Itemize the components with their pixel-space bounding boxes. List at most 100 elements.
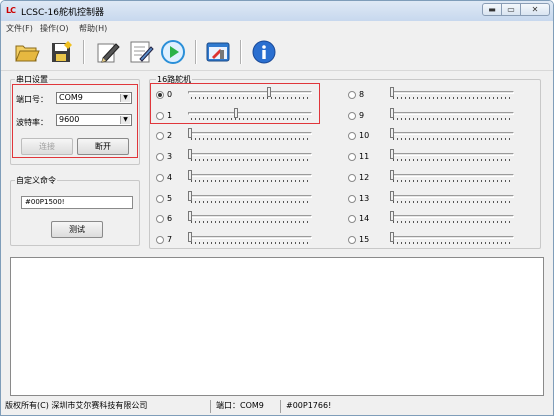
slider-thumb[interactable] — [267, 87, 271, 97]
slider-thumb[interactable] — [188, 211, 192, 222]
servo-slider-14[interactable] — [390, 211, 514, 225]
servo-radio-0[interactable] — [156, 91, 164, 99]
servo-radio-15[interactable] — [348, 235, 356, 244]
servo-slider-3[interactable] — [188, 149, 312, 163]
servo-radio-1[interactable] — [156, 111, 164, 120]
connect-button[interactable]: 连接 — [21, 138, 73, 155]
servo-label-13: 13 — [359, 193, 370, 203]
title-bar[interactable]: LC LCSC-16舵机控制器 ▬ ▭ ✕ — [1, 1, 553, 21]
servo-label-9: 9 — [359, 110, 365, 120]
menu-file[interactable]: 文件(F) — [6, 23, 33, 34]
menu-help[interactable]: 帮助(H) — [79, 23, 107, 34]
servo-radio-7[interactable] — [156, 235, 164, 244]
status-copyright: 版权所有(C) 深圳市艾尔赛科技有限公司 — [3, 400, 211, 413]
slider-ticks — [393, 138, 511, 141]
servo-slider-13[interactable] — [390, 190, 514, 205]
edit-pen-icon[interactable] — [94, 38, 122, 66]
servo-slider-6[interactable] — [188, 211, 312, 225]
test-button[interactable]: 测试 — [51, 221, 103, 238]
disconnect-button[interactable]: 断开 — [77, 138, 129, 155]
servo-slider-8[interactable] — [390, 87, 514, 101]
servo-radio-5[interactable] — [156, 194, 164, 203]
servo-label-8: 8 — [359, 90, 365, 99]
servo-radio-12[interactable] — [348, 173, 356, 182]
chevron-down-icon[interactable]: ▼ — [120, 94, 130, 102]
close-button[interactable]: ✕ — [520, 3, 550, 16]
slider-track — [390, 235, 514, 239]
play-icon[interactable] — [159, 38, 187, 66]
menu-operation[interactable]: 操作(O) — [40, 23, 69, 34]
servo-label-5: 5 — [167, 193, 173, 203]
servo-slider-5[interactable] — [188, 190, 312, 205]
baud-select[interactable]: 9600 ▼ — [56, 114, 132, 126]
slider-thumb[interactable] — [188, 190, 192, 201]
slider-thumb[interactable] — [390, 231, 394, 242]
servo-slider-11[interactable] — [390, 149, 514, 163]
servo-label-6: 6 — [167, 214, 173, 224]
servo-slider-0[interactable] — [188, 87, 312, 101]
slider-thumb[interactable] — [390, 190, 394, 201]
slider-ticks — [191, 241, 309, 244]
slider-ticks — [393, 159, 511, 162]
servo-radio-4[interactable] — [156, 173, 164, 182]
servo-label-2: 2 — [167, 131, 173, 141]
servo-slider-2[interactable] — [188, 128, 312, 142]
log-area[interactable] — [10, 257, 544, 396]
baud-label: 波特率： — [16, 118, 48, 127]
slider-track — [188, 153, 312, 157]
slider-thumb[interactable] — [390, 149, 394, 160]
servo-label-10: 10 — [359, 131, 370, 141]
servo-slider-7[interactable] — [188, 231, 312, 246]
save-file-icon[interactable] — [47, 38, 75, 66]
slider-thumb[interactable] — [188, 149, 192, 160]
servo-radio-9[interactable] — [348, 111, 356, 120]
slider-thumb[interactable] — [390, 107, 394, 118]
baud-value: 9600 — [59, 115, 80, 124]
tools-icon[interactable] — [204, 38, 232, 66]
slider-thumb[interactable] — [234, 107, 238, 118]
slider-track — [390, 153, 514, 157]
open-folder-icon[interactable] — [13, 38, 41, 66]
servo-slider-15[interactable] — [390, 231, 514, 246]
slider-ticks — [393, 200, 511, 203]
minimize-button[interactable]: ▬ — [482, 3, 502, 16]
slider-thumb[interactable] — [188, 231, 192, 242]
slider-thumb[interactable] — [188, 128, 192, 139]
maximize-button[interactable]: ▭ — [501, 3, 521, 16]
servo-label-3: 3 — [167, 152, 173, 162]
command-input[interactable]: #00P1500! — [21, 196, 133, 209]
slider-ticks — [393, 117, 511, 120]
slider-track — [188, 91, 312, 94]
servo-slider-4[interactable] — [188, 169, 312, 184]
servo-slider-9[interactable] — [390, 107, 514, 122]
slider-ticks — [191, 200, 309, 203]
servo-slider-10[interactable] — [390, 128, 514, 142]
servo-label-7: 7 — [167, 234, 173, 244]
slider-ticks — [191, 221, 309, 224]
toolbar-separator — [83, 40, 85, 64]
edit-document-icon[interactable] — [127, 38, 155, 66]
info-icon[interactable] — [250, 38, 278, 66]
slider-thumb[interactable] — [390, 128, 394, 139]
slider-ticks — [191, 97, 309, 99]
servo-radio-13[interactable] — [348, 194, 356, 203]
slider-track — [390, 215, 514, 219]
port-value: COM9 — [59, 93, 83, 102]
servo-slider-12[interactable] — [390, 169, 514, 184]
servo-slider-1[interactable] — [188, 107, 312, 122]
slider-ticks — [191, 159, 309, 162]
servo-radio-8[interactable] — [348, 91, 356, 99]
slider-thumb[interactable] — [390, 87, 394, 97]
slider-thumb[interactable] — [188, 169, 192, 180]
servo-label-14: 14 — [359, 214, 370, 224]
slider-thumb[interactable] — [390, 169, 394, 180]
menu-bar: 文件(F) 操作(O) 帮助(H) — [1, 22, 553, 34]
slider-ticks — [393, 241, 511, 244]
servo-label-1: 1 — [167, 110, 173, 120]
slider-thumb[interactable] — [390, 211, 394, 222]
slider-track — [390, 91, 514, 94]
slider-track — [390, 173, 514, 177]
slider-ticks — [191, 117, 309, 120]
port-select[interactable]: COM9 ▼ — [56, 92, 132, 104]
chevron-down-icon[interactable]: ▼ — [120, 116, 130, 124]
